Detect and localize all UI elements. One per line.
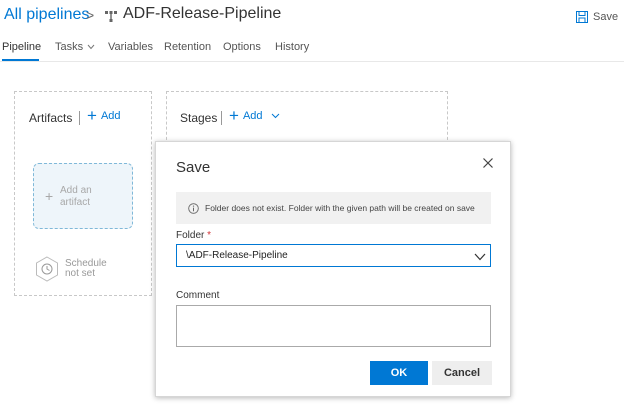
tab-tasks-label: Tasks: [55, 41, 84, 53]
add-stage-link[interactable]: + Add: [229, 106, 280, 125]
add-artifact-card[interactable]: + Add an artifact: [33, 163, 133, 229]
tab-pipeline[interactable]: Pipeline: [2, 41, 41, 53]
cancel-button[interactable]: Cancel: [432, 361, 492, 385]
add-stage-link-label: Add: [242, 110, 263, 122]
breadcrumb-separator: >: [86, 7, 95, 23]
chevron-down-icon: [87, 44, 95, 50]
tab-retention[interactable]: Retention: [164, 41, 211, 53]
header: All pipelines > ADF-Release-Pipeline Sav…: [0, 0, 624, 34]
add-artifact-line2: artifact: [60, 197, 91, 208]
pipeline-title: ADF-Release-Pipeline: [123, 5, 282, 22]
stages-divider: [221, 111, 222, 125]
plus-icon: +: [45, 188, 54, 204]
schedule-trigger[interactable]: Schedule not set: [35, 256, 107, 282]
folder-label-text: Folder: [176, 230, 205, 241]
tab-variables[interactable]: Variables: [108, 41, 153, 53]
folder-label: Folder *: [176, 230, 211, 241]
active-tab-indicator: [2, 59, 39, 61]
required-marker: *: [207, 230, 212, 241]
artifacts-divider: [79, 111, 80, 125]
add-artifact-link[interactable]: + Add: [87, 106, 121, 125]
plus-icon: +: [229, 106, 239, 125]
schedule-line2: not set: [65, 268, 96, 279]
release-pipeline-editor: All pipelines > ADF-Release-Pipeline Sav…: [0, 0, 624, 404]
close-icon[interactable]: [481, 156, 495, 170]
schedule-icon: [36, 256, 58, 282]
tab-history[interactable]: History: [275, 41, 309, 53]
schedule-text: Schedule not set: [65, 259, 107, 279]
add-artifact-link-label: Add: [100, 110, 121, 122]
tab-tasks[interactable]: Tasks: [55, 41, 95, 53]
save-button-label: Save: [593, 11, 619, 23]
chevron-down-icon: [474, 253, 486, 261]
save-icon: [576, 11, 588, 23]
artifacts-title: Artifacts: [29, 111, 73, 125]
pipeline-icon: [105, 11, 117, 22]
tab-options[interactable]: Options: [223, 41, 261, 53]
info-message-bar: Folder does not exist. Folder with the g…: [176, 192, 491, 224]
add-artifact-text: Add an artifact: [60, 185, 92, 209]
info-message-text: Folder does not exist. Folder with the g…: [205, 203, 475, 213]
add-artifact-line1: Add an: [60, 185, 92, 196]
comment-label: Comment: [176, 290, 220, 301]
info-icon: [188, 202, 199, 214]
folder-select[interactable]: \ADF-Release-Pipeline: [176, 244, 491, 267]
breadcrumb-all-pipelines[interactable]: All pipelines: [4, 6, 89, 24]
dialog-title: Save: [176, 159, 211, 176]
chevron-down-icon: [271, 113, 279, 119]
tab-bar: Pipeline Tasks Variables Retention Optio…: [0, 38, 624, 62]
plus-icon: +: [87, 106, 97, 125]
stages-title: Stages: [180, 111, 218, 125]
folder-select-value: \ADF-Release-Pipeline: [186, 250, 288, 261]
save-dialog: Save Folder does not exist. Folder with …: [155, 141, 511, 397]
save-button[interactable]: Save: [576, 9, 618, 25]
comment-input[interactable]: [176, 305, 491, 347]
ok-button[interactable]: OK: [370, 361, 428, 385]
